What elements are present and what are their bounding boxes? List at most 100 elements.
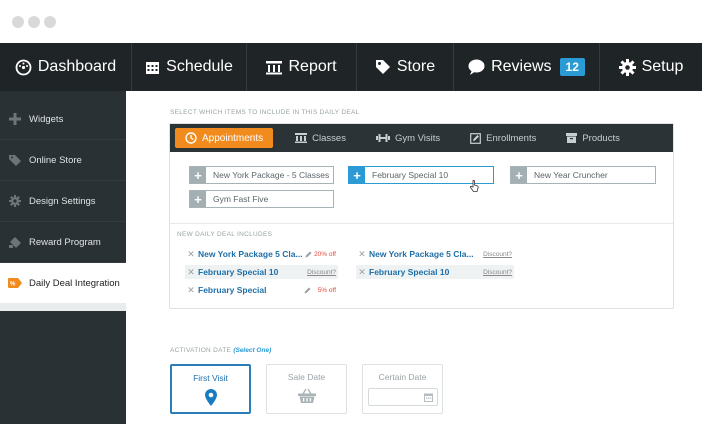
item-label: New York Package - 5 Classes <box>213 170 330 180</box>
tab-enrollments[interactable]: Enrollments <box>462 128 544 148</box>
discount-link[interactable]: Discount? <box>483 269 512 276</box>
item-label: February Special 10 <box>372 170 449 180</box>
items-panel: Appointments Classes Gym Visits Enrollme… <box>169 123 674 309</box>
nav-reviews[interactable]: Reviews 12 <box>454 43 600 91</box>
deal-item-name: February Special 10 <box>198 267 279 277</box>
plus-icon: + <box>190 191 206 207</box>
building-icon <box>295 133 308 143</box>
gift-icon <box>8 235 22 249</box>
clock-icon <box>185 132 197 144</box>
nav-schedule-label: Schedule <box>166 58 233 75</box>
deal-item-name: New York Package 5 Cla... <box>369 249 474 259</box>
deal-row: ✕ February Special 10 Discount? <box>185 265 338 279</box>
remove-x-icon[interactable]: ✕ <box>356 249 368 260</box>
window-minimize-dot[interactable] <box>28 16 40 28</box>
speech-bubble-icon <box>468 59 485 75</box>
remove-x-icon[interactable]: ✕ <box>185 249 197 260</box>
tab-appointments[interactable]: Appointments <box>175 128 274 148</box>
tag-icon <box>8 153 22 167</box>
deal-row: ✕ February Special 10 Discount? <box>356 265 514 279</box>
plus-icon <box>8 112 22 126</box>
top-nav: Dashboard Schedule Report Store Reviews <box>0 43 702 91</box>
nav-store-label: Store <box>396 58 436 75</box>
activation-date-heading: ACTIVATION DATE (Select One) <box>170 347 271 354</box>
deal-item-name: February Special <box>198 285 267 295</box>
activation-option-first-visit[interactable]: First Visit <box>170 364 251 414</box>
mouse-cursor-icon <box>469 179 479 197</box>
nav-reviews-label: Reviews <box>491 58 552 75</box>
tab-label: Gym Visits <box>394 132 441 144</box>
sidebar-item-label: Online Store <box>29 154 82 166</box>
item-type-tabs: Appointments Classes Gym Visits Enrollme… <box>170 124 673 152</box>
tab-label: Enrollments <box>486 132 537 144</box>
nav-store[interactable]: Store <box>357 43 454 91</box>
sidebar: Widgets Online Store Design Settings Rew… <box>0 91 126 424</box>
tab-label: Appointments <box>202 132 264 144</box>
pencil-icon[interactable] <box>304 287 311 294</box>
discount-link[interactable]: Discount? <box>307 269 336 276</box>
deal-row: ✕ New York Package 5 Cla... Discount? <box>356 247 514 261</box>
discount-link[interactable]: Discount? <box>483 251 512 258</box>
nav-setup-label: Setup <box>641 58 684 75</box>
deal-item-name: New York Package 5 Cla... <box>198 249 303 259</box>
deal-row: ✕ February Special 5% off <box>185 283 338 297</box>
item-label: Gym Fast Five <box>213 194 269 204</box>
tab-label: Products <box>582 132 620 144</box>
window-maximize-dot[interactable] <box>44 16 56 28</box>
basket-icon <box>297 388 316 403</box>
activation-hint: (Select One) <box>233 347 272 354</box>
select-items-heading: SELECT WHICH ITEMS TO INCLUDE IN THIS DA… <box>170 109 360 116</box>
certain-date-input[interactable] <box>367 388 438 406</box>
tab-gym-visits[interactable]: Gym Visits <box>368 128 448 148</box>
window-close-dot[interactable] <box>12 16 24 28</box>
tab-products[interactable]: Products <box>558 128 628 148</box>
sidebar-item-online-store[interactable]: Online Store <box>0 140 126 181</box>
item-gym-fast-five[interactable]: + Gym Fast Five <box>189 190 334 208</box>
gear-icon <box>618 58 636 76</box>
tab-classes[interactable]: Classes <box>287 128 354 148</box>
deal-row: ✕ New York Package 5 Cla... 20% off <box>185 247 338 261</box>
dashboard-gauge-icon <box>15 59 32 76</box>
deal-includes-heading: NEW DAILY DEAL INCLUDES <box>177 231 273 238</box>
bank-report-icon <box>266 60 283 75</box>
activation-option-certain-date[interactable]: Certain Date <box>362 364 443 414</box>
item-new-year-cruncher[interactable]: + New Year Cruncher <box>510 166 656 184</box>
app-window: Dashboard Schedule Report Store Reviews <box>0 0 702 424</box>
remove-x-icon[interactable]: ✕ <box>356 267 368 278</box>
window-titlebar <box>0 0 702 43</box>
item-label: New Year Cruncher <box>534 170 608 180</box>
nav-dashboard[interactable]: Dashboard <box>0 43 132 91</box>
plus-icon: + <box>511 167 527 183</box>
calendar-icon[interactable] <box>423 393 433 402</box>
pencil-icon[interactable] <box>305 251 312 258</box>
main-content: SELECT WHICH ITEMS TO INCLUDE IN THIS DA… <box>126 91 702 424</box>
nav-setup[interactable]: Setup <box>600 43 702 91</box>
remove-x-icon[interactable]: ✕ <box>185 267 197 278</box>
nav-dashboard-label: Dashboard <box>37 58 117 75</box>
plus-icon: + <box>190 167 206 183</box>
activation-option-label: Sale Date <box>287 372 326 382</box>
panel-divider <box>170 223 673 224</box>
reviews-count-badge: 12 <box>559 58 585 76</box>
sidebar-item-design-settings[interactable]: Design Settings <box>0 181 126 222</box>
deal-tag-icon: % <box>8 276 22 290</box>
calendar-icon <box>145 60 160 75</box>
nav-report[interactable]: Report <box>247 43 357 91</box>
activation-option-sale-date[interactable]: Sale Date <box>266 364 347 414</box>
activation-option-label: Certain Date <box>378 372 427 382</box>
dumbbell-icon <box>375 133 390 143</box>
sidebar-item-label: Design Settings <box>29 195 96 207</box>
nav-report-label: Report <box>288 58 337 75</box>
sidebar-item-widgets[interactable]: Widgets <box>0 99 126 140</box>
sidebar-item-reward-program[interactable]: Reward Program <box>0 222 126 263</box>
deal-discount-value: 5% off <box>317 286 336 294</box>
item-new-york-package[interactable]: + New York Package - 5 Classes <box>189 166 334 184</box>
remove-x-icon[interactable]: ✕ <box>185 285 197 296</box>
sidebar-item-label: Widgets <box>29 113 64 125</box>
activation-label: ACTIVATION DATE <box>170 347 232 354</box>
nav-schedule[interactable]: Schedule <box>132 43 247 91</box>
deal-item-name: February Special 10 <box>369 267 450 277</box>
edit-icon <box>470 132 482 144</box>
sidebar-item-daily-deal-integration[interactable]: % Daily Deal Integration <box>0 263 126 304</box>
sidebar-item-label: Reward Program <box>29 236 101 248</box>
